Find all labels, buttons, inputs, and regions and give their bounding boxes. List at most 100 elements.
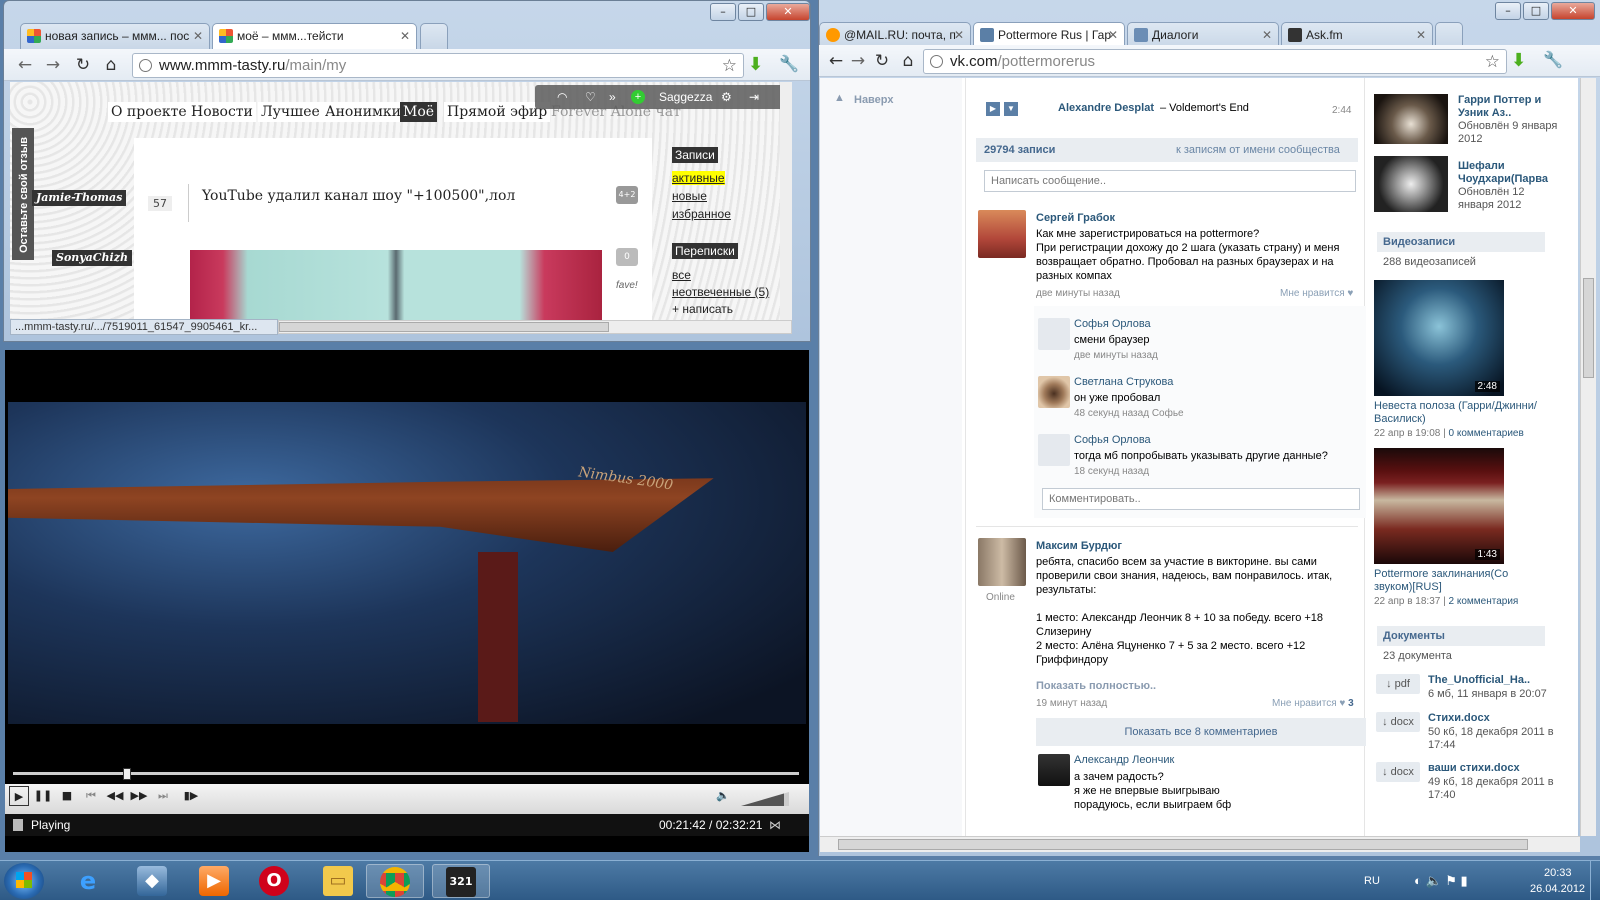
vertical-scrollbar[interactable] [780,82,792,320]
nick-jamie-thomas[interactable]: Jamie-Thomas [32,190,127,206]
reload-icon[interactable]: ↻ [871,51,893,71]
doc-name[interactable]: The_Unofficial_Ha.. [1428,674,1530,686]
video-frame[interactable]: Nimbus 2000 [8,402,806,724]
heart-icon[interactable]: ♡ [585,85,596,109]
add-icon[interactable]: + [631,90,645,104]
stop-button[interactable]: ■ [57,786,77,806]
tab-close-icon[interactable]: ✕ [400,24,410,48]
show-full-link[interactable]: Показать полностью.. [1036,680,1156,692]
pause-button[interactable]: ❚❚ [33,786,53,806]
reload-icon[interactable]: ↻ [72,55,94,75]
address-bar[interactable]: www.mmm-tasty.ru/main/my ☆ [132,53,744,78]
tab-close-icon[interactable]: ✕ [954,23,964,47]
video-title[interactable]: Pottermore заклинания(Со звуком)[RUS] [1374,568,1544,594]
fast-forward-button[interactable]: ▶▶ [129,786,149,806]
video-title[interactable]: Невеста полоза (Гарри/Джинни/Василиск) [1374,400,1544,426]
album-thumb[interactable] [1374,156,1448,212]
link-active[interactable]: активные [672,171,725,185]
show-desktop-button[interactable] [1590,861,1600,900]
volume-icon[interactable]: 🔈 [713,786,733,806]
link-all[interactable]: все [672,268,691,282]
tab-close-icon[interactable]: ✕ [1416,23,1426,47]
video-comments[interactable]: 2 комментария [1449,596,1519,607]
post-as-community-link[interactable]: к записям от имени сообщества [1176,144,1340,156]
rss-icon[interactable]: ◠ [557,85,567,109]
video-thumb[interactable]: 1:43 [1374,448,1504,564]
tab-mmm-new-post[interactable]: новая запись – ммм... пос ✕ [20,23,210,49]
menu-best[interactable]: Лучшее [258,102,323,122]
address-bar-right[interactable]: vk.com/pottermorerus ☆ [923,49,1507,74]
home-icon[interactable]: ⌂ [897,51,919,71]
language-indicator[interactable]: RU [1364,875,1380,887]
avatar[interactable] [978,538,1026,586]
rewind-button[interactable]: ◀◀ [105,786,125,806]
menu-mine[interactable]: Моё [400,102,438,122]
link-unanswered[interactable]: неотвеченные (5) [672,285,769,299]
download-extension-icon[interactable]: ⬇ [748,54,763,75]
show-all-comments-button[interactable]: Показать все 8 комментариев [1036,718,1366,746]
feedback-tab[interactable]: Оставьте свой отзыв [12,128,34,260]
download-extension-icon[interactable]: ⬇ [1511,50,1526,71]
clock-date[interactable]: 26.04.2012 [1530,883,1585,895]
videos-header[interactable]: Видеозаписи [1377,232,1545,252]
forward-icon[interactable]: » [609,85,616,109]
vk-vertical-scrollbar[interactable] [1580,78,1596,836]
audio-play-icon[interactable]: ▶ [986,102,1000,116]
post-title[interactable]: YouTube удалил канал шоу "+100500",лол [202,188,515,204]
forward-arrow-icon[interactable]: → [42,55,64,75]
link-write[interactable]: + написать [672,302,733,316]
frame-step-button[interactable]: ▮▶ [181,786,201,806]
ext-bar-username[interactable]: Saggezza [659,85,712,109]
post-author[interactable]: Сергей Грабок [1036,212,1115,224]
back-arrow-icon[interactable]: ← [825,51,847,71]
back-to-top[interactable]: ▲ Наверх [820,78,962,836]
avatar[interactable] [978,210,1026,258]
taskbar-app-2[interactable]: ◆ [124,864,182,898]
back-arrow-icon[interactable]: ← [14,55,36,75]
avatar[interactable] [1038,376,1070,408]
post-author[interactable]: Максим Бурдюг [1036,540,1122,552]
comment-author[interactable]: Софья Орлова [1074,318,1151,330]
scroll-thumb[interactable] [1583,278,1594,378]
tray-icons[interactable]: ◐ 🔈 ⚑ ▮ [1414,873,1468,889]
album-thumb[interactable] [1374,94,1448,144]
wrench-menu-icon[interactable]: 🔧 [779,54,799,73]
taskbar-mpc[interactable]: 321 [432,864,490,898]
tab-mmm-my[interactable]: моё – ммм...тейсти ✕ [212,23,417,49]
audio-add-icon[interactable]: ▼ [1004,102,1018,116]
video-thumb[interactable]: 2:48 [1374,280,1504,396]
settings-icon[interactable]: ⚙ [721,85,732,109]
comments-bubble[interactable]: 4+2 [616,186,638,204]
avatar[interactable] [1038,754,1070,786]
doc-name[interactable]: Стихи.docx [1428,712,1490,724]
volume-slider[interactable] [741,792,789,806]
forward-arrow-icon[interactable]: → [847,51,869,71]
documents-header[interactable]: Документы [1377,626,1545,646]
vk-horizontal-scrollbar[interactable] [820,836,1580,852]
write-message-input[interactable]: Написать сообщение.. [984,170,1356,192]
album-title[interactable]: Шефали Чоудхари(Парва [1458,160,1568,186]
taskbar-opera[interactable]: O [246,864,304,898]
menu-anonymous[interactable]: Анонимки [322,102,404,122]
scroll-thumb[interactable] [838,839,1528,850]
comment-author[interactable]: Александр Леончик [1074,754,1174,766]
video-comments[interactable]: 0 комментариев [1449,428,1524,439]
comment-author[interactable]: Светлана Струкова [1074,376,1173,388]
logout-icon[interactable]: ⇥ [749,85,759,109]
menu-about[interactable]: О проекте [108,102,190,122]
post-image[interactable] [190,250,602,320]
fave-link[interactable]: fave! [616,280,638,291]
previous-button[interactable]: ⏮ [81,786,101,806]
next-button[interactable]: ⏭ [153,786,173,806]
new-tab-button[interactable] [420,23,448,49]
doc-type-badge[interactable]: ↓ docx [1376,712,1420,732]
play-button[interactable]: ▶ [9,786,29,806]
horizontal-scrollbar[interactable] [278,320,792,334]
bookmark-star-icon[interactable]: ☆ [722,54,737,77]
like-button[interactable]: Мне нравится ♥ [1280,288,1353,299]
album-title[interactable]: Гарри Поттер и Узник Аз.. [1458,94,1568,120]
wrench-menu-icon[interactable]: 🔧 [1543,50,1563,69]
comment-input[interactable]: Комментировать.. [1042,488,1360,510]
menu-news[interactable]: Новости [188,102,256,122]
doc-type-badge[interactable]: ↓ pdf [1376,674,1420,694]
